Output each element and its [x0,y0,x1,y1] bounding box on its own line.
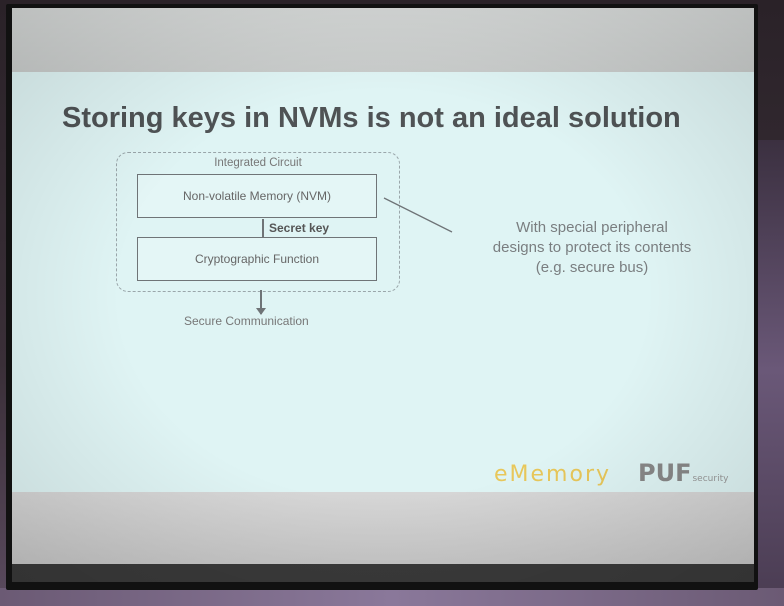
pufsecurity-logo-sub: security [692,474,729,484]
screen-bottom-bar [12,564,754,582]
screen-top-margin [12,8,754,72]
ememory-logo: eMemory [494,462,612,487]
floor-strip [0,588,784,606]
pufsecurity-logo: PUFsecurity [638,459,728,487]
callout-connector-line [383,197,453,233]
callout-line-2: designs to protect its contents [492,239,692,256]
slide: Storing keys in NVMs is not an ideal sol… [12,72,754,492]
callout-line-3: (e.g. secure bus) [535,259,649,276]
projector-screen: Storing keys in NVMs is not an ideal sol… [12,8,754,582]
callout-line-1: With special peripheral [516,219,668,236]
pufsecurity-logo-main: PUF [638,459,692,487]
callout-text: With special peripheral designs to prote… [462,218,722,278]
